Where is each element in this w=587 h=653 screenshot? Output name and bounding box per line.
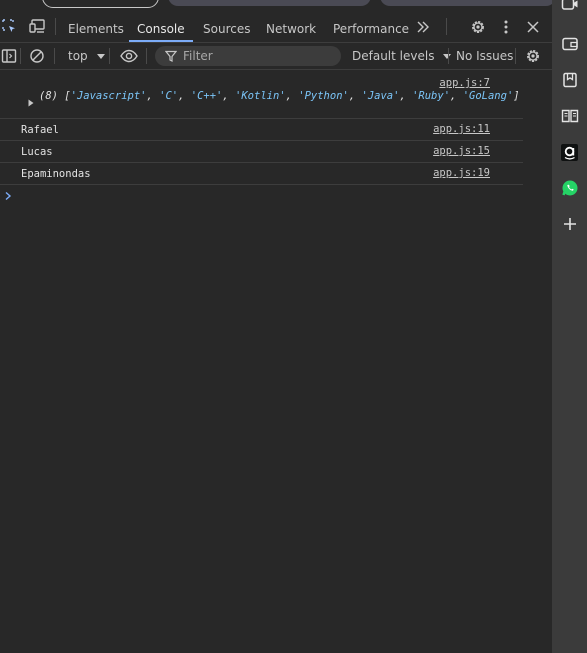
array-close-bracket: ] (513, 90, 520, 102)
devtools-panel: Elements Console Sources Network Perform… (0, 0, 552, 653)
toolbar-divider (515, 48, 516, 64)
tab-divider (55, 18, 56, 35)
tab-performance[interactable]: Performance (333, 10, 409, 42)
video-icon[interactable] (561, 0, 579, 11)
device-toolbar-icon[interactable] (29, 18, 47, 34)
log-levels-label: Default levels (352, 49, 435, 63)
array-item: 'C' (159, 90, 179, 102)
log-text: Epaminondas (21, 168, 91, 180)
bookmark-icon[interactable] (562, 72, 578, 88)
amazon-icon[interactable] (561, 144, 578, 161)
context-selector-label: top (68, 49, 88, 63)
chevron-double-right-icon[interactable] (415, 20, 431, 34)
tab-network[interactable]: Network (266, 10, 316, 42)
kebab-menu-icon[interactable] (500, 19, 512, 35)
source-link[interactable]: app.js:7 (439, 77, 490, 89)
log-levels-dropdown[interactable]: Default levels (352, 43, 452, 69)
browser-tab-strip (0, 0, 552, 9)
array-length: (8) (39, 90, 58, 102)
close-icon[interactable] (526, 20, 540, 34)
console-message-array: app.js:7 (8) ['Javascript', 'C', 'C++', … (0, 70, 523, 119)
whatsapp-icon[interactable] (561, 179, 579, 197)
filter-input[interactable]: Filter (155, 46, 341, 66)
tab-elements[interactable]: Elements (68, 10, 124, 42)
browser-tab-pill[interactable] (380, 0, 552, 6)
source-link[interactable]: app.js:15 (433, 145, 490, 157)
prompt-chevron-icon (4, 191, 12, 201)
console-message: Lucas app.js:15 (0, 141, 523, 163)
array-item: 'Javascript' (70, 90, 147, 102)
console-settings-gear-icon[interactable] (525, 48, 541, 64)
tab-divider (446, 18, 447, 35)
array-item: 'GoLang' (462, 90, 514, 102)
toolbar-divider (146, 48, 147, 64)
array-item: 'Ruby' (412, 90, 451, 102)
clear-console-icon[interactable] (29, 48, 45, 64)
console-toolbar: top Filter Default levels No Issues (0, 43, 552, 70)
toolbar-divider (448, 48, 449, 64)
wallet-icon[interactable] (561, 36, 579, 52)
array-item: 'Kotlin' (235, 90, 286, 102)
devtools-tab-bar: Elements Console Sources Network Perform… (0, 10, 552, 43)
context-selector[interactable]: top (68, 43, 105, 69)
plus-icon[interactable] (562, 216, 578, 232)
browser-tab-pill[interactable] (42, 0, 159, 8)
array-item: 'C++' (190, 90, 223, 102)
console-message: Rafael app.js:11 (0, 118, 523, 141)
toolbar-divider (20, 48, 21, 64)
tab-sources[interactable]: Sources (203, 10, 250, 42)
source-link[interactable]: app.js:11 (433, 123, 490, 135)
gear-icon[interactable] (470, 19, 486, 35)
issues-counter[interactable]: No Issues (456, 43, 513, 69)
console-message: Epaminondas app.js:19 (0, 163, 523, 185)
filter-funnel-icon (165, 50, 177, 62)
sidebar-toggle-icon[interactable] (1, 48, 17, 64)
log-text: Rafael (21, 124, 59, 136)
array-preview[interactable]: (8) ['Javascript', 'C', 'C++', 'Kotlin',… (39, 90, 521, 104)
console-prompt[interactable] (0, 186, 523, 206)
toolbar-divider (54, 48, 55, 64)
filter-placeholder: Filter (183, 49, 213, 63)
array-item: 'Python' (298, 90, 349, 102)
console-output: app.js:7 (8) ['Javascript', 'C', 'C++', … (0, 70, 552, 653)
expand-triangle-icon[interactable] (27, 99, 35, 107)
inspect-element-icon[interactable] (1, 18, 17, 34)
reading-list-icon[interactable] (561, 108, 579, 124)
browser-tab-pill[interactable] (168, 0, 371, 6)
browser-sidebar (552, 0, 587, 653)
toolbar-divider (109, 48, 110, 64)
tab-console[interactable]: Console (129, 10, 193, 42)
triangle-down-icon (96, 54, 105, 59)
array-item: 'Java' (361, 90, 400, 102)
source-link[interactable]: app.js:19 (433, 167, 490, 179)
eye-icon[interactable] (119, 48, 139, 64)
log-text: Lucas (21, 146, 53, 158)
